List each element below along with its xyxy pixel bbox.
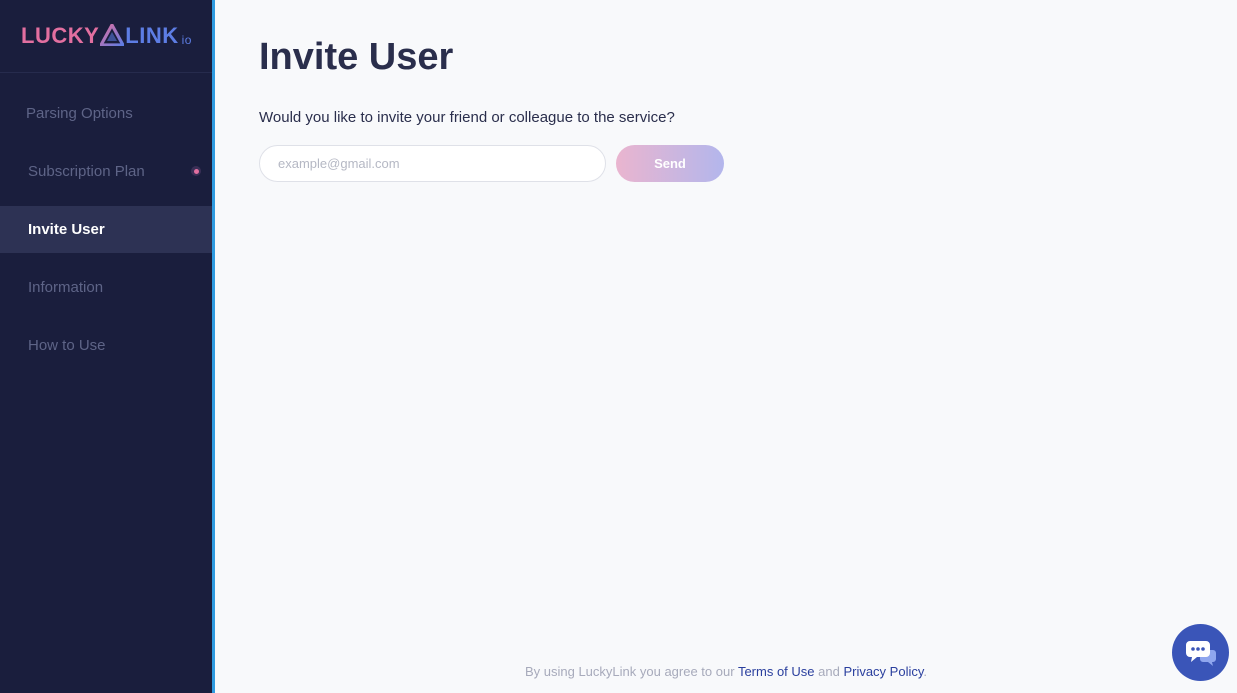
brand-link: LINK (125, 23, 179, 48)
footer: By using LuckyLink you agree to our Term… (215, 664, 1237, 679)
sidebar-item-invite-user[interactable]: Invite User (0, 206, 212, 253)
invite-form: Send (259, 145, 724, 182)
brand-logo[interactable]: LUCKY LINK io (0, 0, 212, 73)
sidebar-item-label: How to Use (28, 337, 106, 354)
sidebar-nav: Parsing Options Subscription Plan Invite… (0, 90, 212, 369)
footer-prefix: By using LuckyLink you agree to our (524, 664, 738, 679)
privacy-policy-link[interactable]: Privacy Policy (843, 664, 923, 679)
notification-dot-icon (191, 166, 201, 176)
sidebar-item-how-to-use[interactable]: How to Use (0, 322, 212, 369)
footer-and: and (814, 664, 844, 679)
send-button[interactable]: Send (616, 145, 724, 182)
sidebar: LUCKY LINK io Parsing Options Subscripti… (0, 0, 215, 693)
sidebar-item-label: Information (28, 279, 104, 296)
page-title: Invite User (259, 36, 454, 78)
email-input[interactable] (259, 145, 606, 182)
sidebar-item-label: Invite User (28, 221, 105, 238)
brand-lucky: LUCKY (21, 23, 100, 48)
footer-suffix: . (923, 664, 928, 679)
terms-of-use-link[interactable]: Terms of Use (738, 664, 815, 679)
triangle-logo-icon (100, 24, 125, 46)
sidebar-item-label: Parsing Options (26, 105, 133, 122)
chat-button[interactable] (1172, 624, 1229, 681)
brand-suffix: io (181, 33, 192, 47)
sidebar-item-subscription-plan[interactable]: Subscription Plan (0, 148, 212, 195)
chat-bubble-icon (1185, 640, 1216, 666)
sidebar-item-label: Subscription Plan (28, 163, 145, 180)
app-root: LUCKY LINK io Parsing Options Subscripti… (0, 0, 1237, 693)
sidebar-item-parsing-options[interactable]: Parsing Options (0, 90, 212, 137)
sidebar-item-information[interactable]: Information (0, 264, 212, 311)
page-subtitle: Would you like to invite your friend or … (259, 109, 675, 126)
main-content: Invite User Would you like to invite you… (215, 0, 1237, 693)
